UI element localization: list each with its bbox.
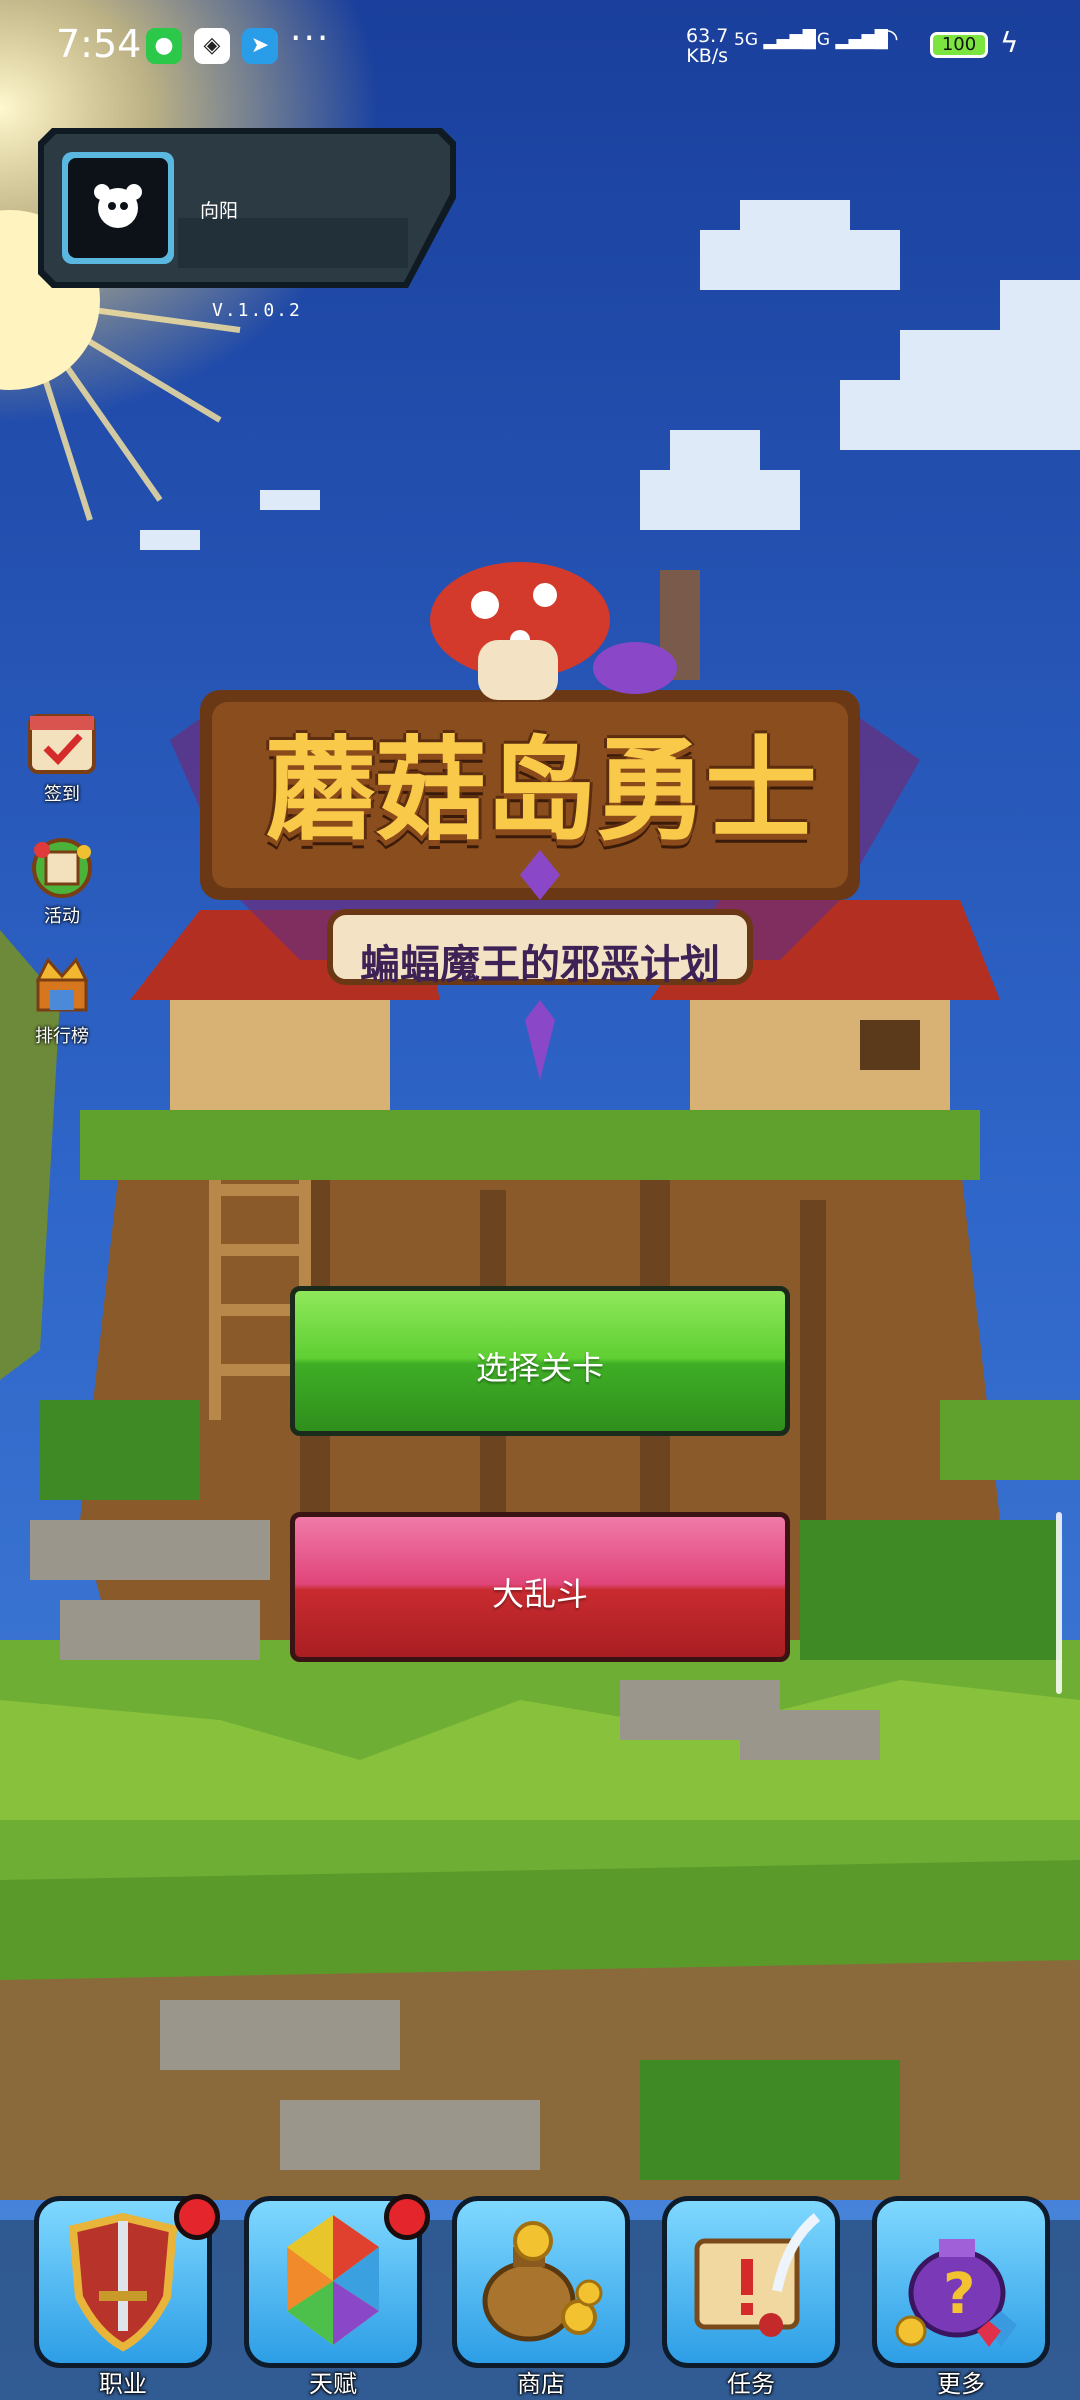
nav-item-profession[interactable]: 职业 [34, 2194, 220, 2398]
nav-item-more[interactable]: ? 更多 [872, 2196, 1050, 2398]
mystery-bag-icon: ? [895, 2239, 1017, 2347]
wechat-notification-icon: ● [146, 28, 182, 64]
nav-item-talent[interactable]: 天赋 [244, 2194, 430, 2398]
nav-label: 职业 [99, 2370, 147, 2398]
avatar[interactable] [62, 152, 174, 264]
sim1-signal-icon: 5G ▂▄▆█ [734, 30, 816, 50]
game-subtitle: 蝙蝠魔王的邪恶计划 [360, 942, 720, 988]
brawl-label: 大乱斗 [491, 1575, 588, 1613]
notification-badge [174, 2194, 220, 2240]
scroll-quill-icon [694, 2213, 821, 2337]
nav-label: 任务 [727, 2370, 775, 2398]
nav-tile [452, 2196, 630, 2368]
nav-label: 商店 [517, 2370, 565, 2398]
brawl-button[interactable]: 大乱斗 [290, 1512, 790, 1662]
clock-time: 7:54 [56, 22, 142, 66]
notification-badge [384, 2194, 430, 2240]
app-notification-icon: ◈ [194, 28, 230, 64]
game-version: V.1.0.2 [212, 300, 302, 321]
nav-label: 更多 [937, 2370, 985, 2398]
network-speed: 63.7 KB/s [686, 25, 729, 67]
nav-tile: ? [872, 2196, 1050, 2368]
event-map-icon [32, 838, 92, 898]
battery-level: 100 [930, 32, 988, 58]
nav-label: 天赋 [309, 2370, 357, 2398]
select-level-label: 选择关卡 [475, 1349, 604, 1387]
telegram-notification-icon: ➤ [242, 28, 278, 64]
select-level-button[interactable]: 选择关卡 [290, 1286, 790, 1436]
svg-text:?: ? [943, 2262, 975, 2327]
scrollbar[interactable] [1056, 1512, 1062, 1694]
nav-tile [662, 2196, 840, 2368]
game-background-scene [0, 0, 1080, 2400]
charging-icon: ϟ [1000, 26, 1019, 59]
nav-item-shop[interactable]: 商店 [452, 2196, 630, 2398]
side-item-label: 签到 [44, 784, 80, 805]
calendar-checkin-icon [28, 714, 96, 774]
wifi-icon: ◠ [876, 24, 899, 54]
game-title: 蘑菇岛勇士 [265, 726, 817, 856]
side-item-checkin[interactable]: 签到 [22, 708, 102, 805]
more-notifications-icon: ··· [290, 18, 331, 59]
status-bar: 7:54 ● ◈ ➤ ··· 63.7 KB/s 5G ▂▄▆█ 5G ▂▄▆█… [0, 0, 1080, 90]
side-item-label: 排行榜 [35, 1026, 89, 1047]
crown-trophy-icon [35, 957, 89, 1012]
coin-bag-icon [482, 2221, 603, 2342]
side-item-events[interactable]: 活动 [22, 830, 102, 927]
nav-item-quests[interactable]: 任务 [662, 2196, 840, 2398]
player-name: 向阳 [200, 200, 239, 222]
side-item-leaderboard[interactable]: 排行榜 [22, 950, 102, 1047]
side-item-label: 活动 [44, 906, 80, 927]
